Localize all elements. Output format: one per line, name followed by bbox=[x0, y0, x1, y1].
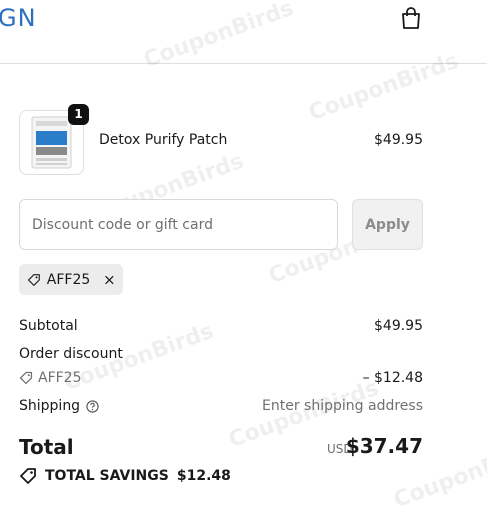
applied-discount-code: AFF25 bbox=[46, 271, 91, 288]
tag-icon bbox=[27, 273, 40, 286]
shipping-value: Enter shipping address bbox=[262, 398, 423, 414]
total-savings-value: $12.48 bbox=[176, 468, 231, 484]
order-discount-code: AFF25 bbox=[38, 370, 82, 386]
help-icon[interactable] bbox=[86, 399, 99, 413]
shopping-bag-icon[interactable] bbox=[400, 6, 422, 30]
apply-button[interactable]: Apply bbox=[352, 199, 423, 250]
applied-discount-chip: AFF25 bbox=[19, 264, 123, 295]
total-amount: $37.47 bbox=[345, 434, 423, 458]
header: GN bbox=[0, 0, 487, 64]
total-label: Total bbox=[19, 435, 74, 459]
tag-icon bbox=[20, 468, 36, 484]
store-logo[interactable]: GN bbox=[0, 4, 37, 32]
discount-code-input[interactable] bbox=[19, 199, 338, 250]
total-savings-label: TOTAL SAVINGS bbox=[45, 468, 169, 484]
quantity-badge: 1 bbox=[68, 104, 89, 125]
order-discount-value: – $12.48 bbox=[362, 370, 423, 386]
total-savings: TOTAL SAVINGS $12.48 bbox=[19, 467, 231, 485]
tag-icon bbox=[19, 371, 33, 385]
shipping-row: Shipping Enter shipping address bbox=[19, 398, 423, 414]
shipping-label: Shipping bbox=[19, 398, 81, 414]
order-discount-label: Order discount bbox=[19, 346, 123, 362]
order-discount-code-row: AFF25 – $12.48 bbox=[19, 370, 423, 389]
subtotal-value: $49.95 bbox=[374, 318, 423, 334]
subtotal-row: Subtotal $49.95 bbox=[19, 318, 423, 334]
subtotal-label: Subtotal bbox=[19, 318, 78, 334]
remove-discount-icon[interactable] bbox=[104, 273, 115, 287]
order-discount-row: Order discount bbox=[19, 346, 423, 362]
product-name: Detox Purify Patch bbox=[99, 132, 228, 148]
product-price: $49.95 bbox=[374, 132, 423, 148]
